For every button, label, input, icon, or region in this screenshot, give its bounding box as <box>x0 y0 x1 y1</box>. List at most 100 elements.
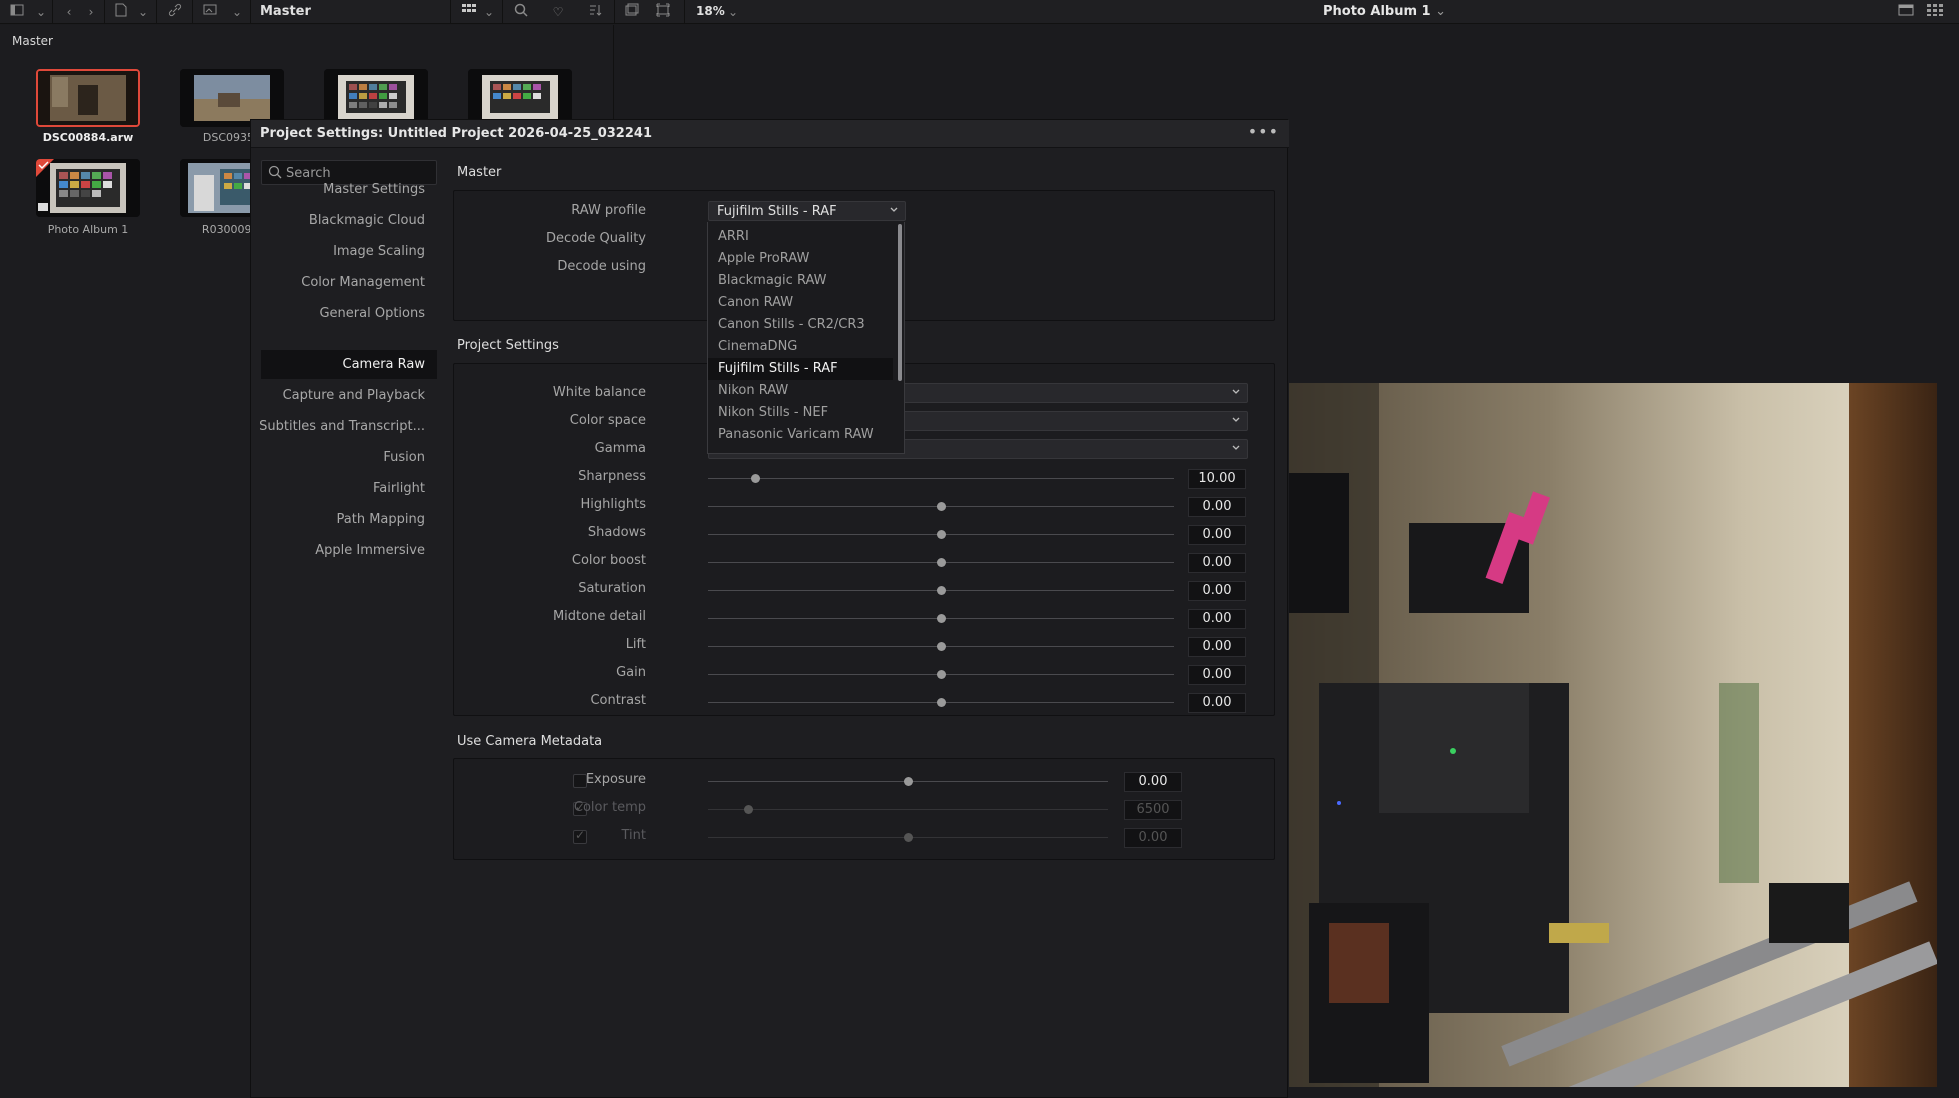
raw-profile-value: Fujifilm Stills - RAF <box>717 204 837 219</box>
slider-handle[interactable] <box>937 670 946 679</box>
metadata-value-field: 0.00 <box>1124 828 1182 848</box>
metadata-slider-handle <box>904 833 913 842</box>
chevron-down-icon <box>1232 389 1240 394</box>
nav-item-color-management[interactable]: Color Management <box>255 269 435 297</box>
slider-handle[interactable] <box>751 474 760 483</box>
sort-icon[interactable] <box>586 3 604 21</box>
metadata-value-field: 6500 <box>1124 800 1182 820</box>
pool-label: Master <box>12 34 53 48</box>
fit-frame-icon[interactable] <box>654 3 672 21</box>
grid-view-icon[interactable] <box>460 3 478 21</box>
bin-name: Master <box>260 4 311 19</box>
slider-handle[interactable] <box>937 586 946 595</box>
grid-layout-icon[interactable] <box>1926 3 1944 21</box>
chevron-down-icon <box>1232 445 1240 450</box>
metadata-label: Exposure <box>585 772 646 787</box>
dropdown-option[interactable]: Fujifilm Stills - RAF <box>708 358 893 380</box>
nav-item-apple-immersive[interactable]: Apple Immersive <box>255 537 435 565</box>
album-name: Photo Album 1 <box>47 223 129 236</box>
new-bin-icon[interactable] <box>112 3 130 21</box>
clip-thumbnail[interactable] <box>36 69 140 127</box>
raw-profile-options-list[interactable]: ARRI Apple ProRAW Blackmagic RAW Canon RAW C… <box>707 222 905 454</box>
dropdown-option[interactable]: ARRI <box>708 226 893 248</box>
slider-value-field[interactable]: 0.00 <box>1188 525 1246 545</box>
chevron-down-icon[interactable]: ⌄ <box>134 3 152 21</box>
nav-item-general-options[interactable]: General Options <box>255 300 435 328</box>
slider-handle[interactable] <box>937 614 946 623</box>
album-thumbnail[interactable] <box>36 159 140 217</box>
dropdown-option[interactable]: Blackmagic RAW <box>708 270 893 292</box>
chevron-down-icon[interactable]: ⌄ <box>32 3 50 21</box>
slider-label: Lift <box>625 637 646 652</box>
chevron-down-icon[interactable]: ⌄ <box>228 3 246 21</box>
nav-item-fairlight[interactable]: Fairlight <box>255 475 435 503</box>
viewer-image[interactable] <box>1289 383 1937 1087</box>
slider-value-field[interactable]: 0.00 <box>1188 581 1246 601</box>
chevron-down-icon <box>1232 417 1240 422</box>
slider-value-field[interactable]: 0.00 <box>1188 665 1246 685</box>
metadata-value-field[interactable]: 0.00 <box>1124 772 1182 792</box>
slider-handle[interactable] <box>937 502 946 511</box>
nav-item-capture-playback[interactable]: Capture and Playback <box>255 382 435 410</box>
dropdown-option[interactable]: Apple ProRAW <box>708 248 893 270</box>
metadata-label: Color temp <box>573 800 646 815</box>
slider-track[interactable] <box>708 478 1174 479</box>
chevron-down-icon[interactable]: ⌄ <box>724 3 742 21</box>
camera-metadata-group: Exposure 0.00 Color temp 6500 Tint 0.00 <box>453 758 1275 860</box>
heart-icon[interactable]: ♡ <box>549 3 567 21</box>
raw-profile-dropdown[interactable]: Fujifilm Stills - RAF <box>708 201 906 221</box>
viewer-mode-icon[interactable] <box>623 3 641 21</box>
dropdown-option[interactable]: Nikon Stills - NEF <box>708 402 893 424</box>
slider-label: Midtone detail <box>552 609 646 624</box>
slider-value-field[interactable]: 0.00 <box>1188 637 1246 657</box>
dropdown-option[interactable]: CinemaDNG <box>708 336 893 358</box>
slider-handle[interactable] <box>937 642 946 651</box>
dialog-header: Project Settings: Untitled Project 2026-… <box>251 120 1289 148</box>
dropdown-scrollbar[interactable] <box>898 224 902 381</box>
master-section-title: Master <box>457 165 502 180</box>
slider-value-field[interactable]: 0.00 <box>1188 609 1246 629</box>
dropdown-option[interactable]: Nikon RAW <box>708 380 893 402</box>
metadata-slider-handle[interactable] <box>904 777 913 786</box>
link-icon[interactable] <box>166 3 184 21</box>
slider-label: Highlights <box>580 497 646 512</box>
album-name: Photo Album 1 <box>1323 4 1431 19</box>
color-space-label: Color space <box>569 413 646 428</box>
panel-toggle-icon[interactable] <box>8 3 26 21</box>
zoom-level[interactable]: 18% <box>696 4 725 18</box>
image-export-icon[interactable] <box>202 3 220 21</box>
dialog-title: Project Settings: Untitled Project 2026-… <box>260 126 652 141</box>
slider-label: Saturation <box>578 581 646 596</box>
forward-arrow-icon[interactable]: › <box>82 3 100 21</box>
metadata-slider-track <box>708 809 1108 810</box>
nav-item-image-scaling[interactable]: Image Scaling <box>255 238 435 266</box>
more-options-icon[interactable]: ••• <box>1248 122 1279 141</box>
nav-item-fusion[interactable]: Fusion <box>255 444 435 472</box>
dropdown-option[interactable]: Canon Stills - CR2/CR3 <box>708 314 893 336</box>
slider-handle[interactable] <box>937 558 946 567</box>
dropdown-option[interactable]: Panasonic Varicam RAW <box>708 424 893 446</box>
search-icon[interactable] <box>512 3 530 21</box>
slider-handle[interactable] <box>937 530 946 539</box>
raw-profile-label: RAW profile <box>571 203 646 218</box>
slider-value-field[interactable]: 10.00 <box>1188 469 1246 489</box>
chevron-down-icon[interactable]: ⌄ <box>480 3 498 21</box>
nav-item-subtitles[interactable]: Subtitles and Transcript... <box>255 413 435 441</box>
back-arrow-icon[interactable]: ‹ <box>60 3 78 21</box>
slider-value-field[interactable]: 0.00 <box>1188 497 1246 517</box>
single-viewer-icon[interactable] <box>1897 3 1915 21</box>
nav-item-path-mapping[interactable]: Path Mapping <box>255 506 435 534</box>
album-selector[interactable]: Photo Album 1 ⌄ <box>1323 4 1446 19</box>
project-settings-dialog: Project Settings: Untitled Project 2026-… <box>250 119 1289 1098</box>
slider-label: Contrast <box>590 693 646 708</box>
chevron-down-icon <box>890 207 898 212</box>
decode-quality-label: Decode Quality <box>546 231 646 246</box>
dropdown-option[interactable]: Canon RAW <box>708 292 893 314</box>
nav-item-camera-raw[interactable]: Camera Raw <box>255 351 435 379</box>
slider-handle[interactable] <box>937 698 946 707</box>
slider-value-field[interactable]: 0.00 <box>1188 693 1246 713</box>
nav-item-master-settings[interactable]: Master Settings <box>255 176 435 204</box>
slider-value-field[interactable]: 0.00 <box>1188 553 1246 573</box>
chevron-down-icon: ⌄ <box>1435 4 1447 19</box>
nav-item-blackmagic-cloud[interactable]: Blackmagic Cloud <box>255 207 435 235</box>
